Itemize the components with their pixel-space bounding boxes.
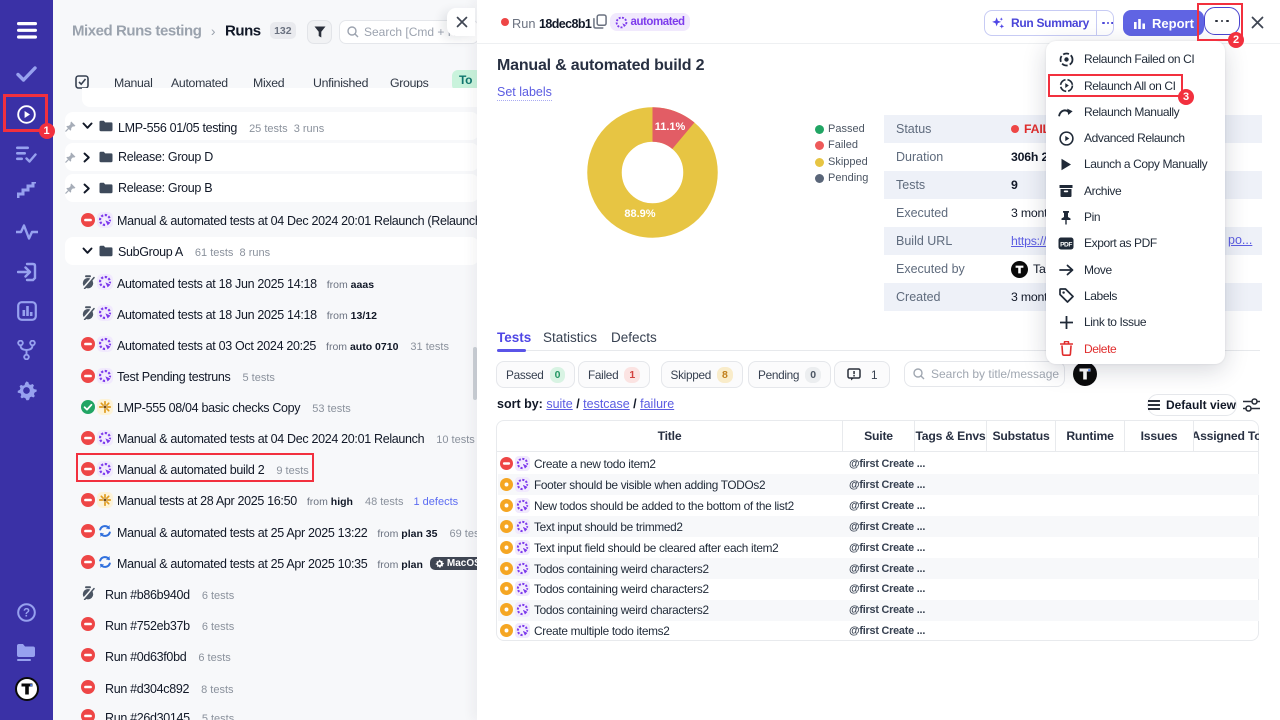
- svg-text:?: ?: [23, 608, 30, 620]
- svg-text:PDF: PDF: [1060, 241, 1072, 248]
- svg-text:88.9%: 88.9%: [624, 208, 655, 220]
- svg-text:11.1%: 11.1%: [655, 121, 686, 133]
